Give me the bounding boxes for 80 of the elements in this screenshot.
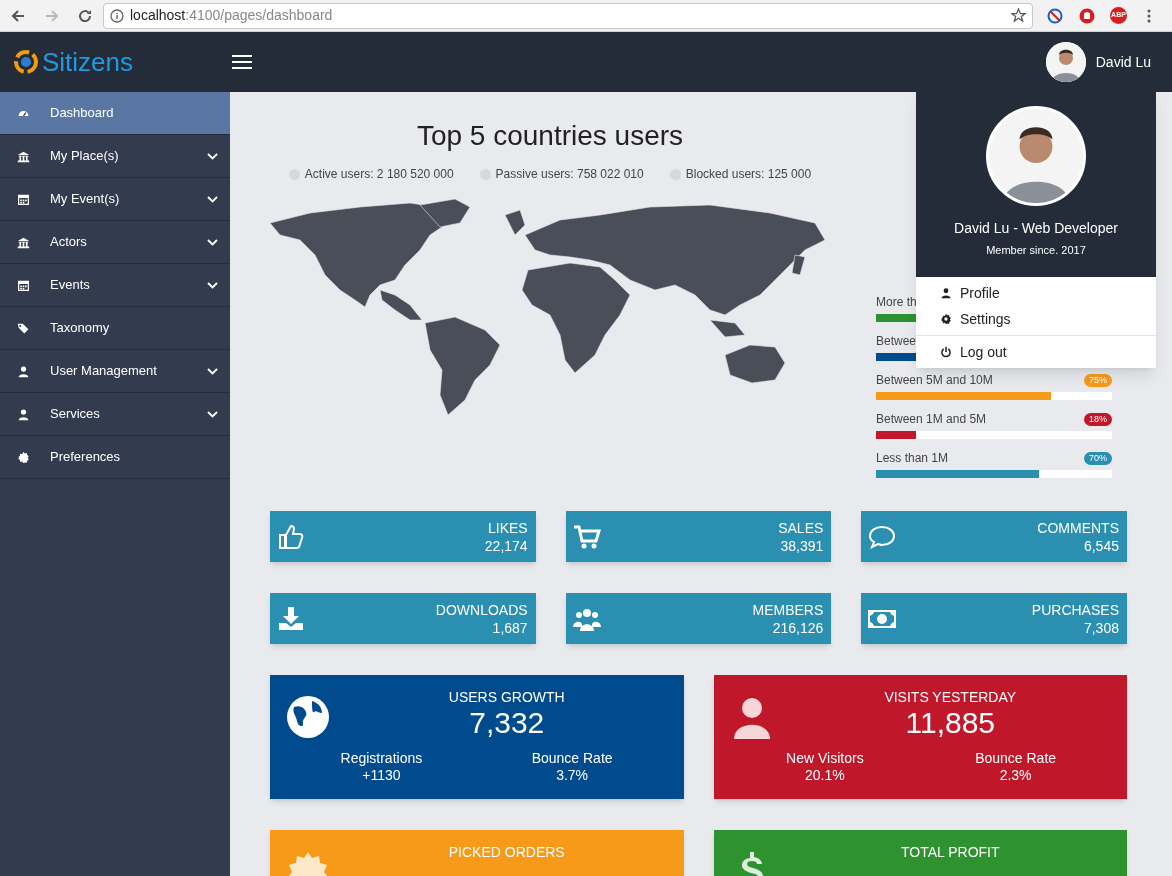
bank-icon: [17, 235, 30, 249]
stat-label: Bounce Rate: [531, 750, 613, 767]
percent-badge: 18%: [1084, 412, 1112, 426]
back-icon[interactable]: [10, 7, 26, 24]
range-label: Betwee: [876, 333, 917, 350]
download-icon: [277, 604, 305, 633]
logo-icon: [12, 49, 40, 75]
stat-value: 3.7%: [556, 767, 589, 784]
user-icon: [17, 364, 30, 378]
profile-name: David Lu - Web Developer: [954, 219, 1118, 238]
tile-value: 216,126: [772, 618, 824, 637]
calendar-icon: [17, 278, 30, 292]
user-icon: [940, 287, 952, 299]
card-title: PICKED ORDERS: [448, 843, 565, 861]
sidebar-item[interactable]: Actors: [0, 221, 230, 264]
percent-badge: 75%: [1084, 373, 1112, 387]
info-icon: [110, 8, 124, 23]
legend-label: Passive users: 758 022 010: [495, 166, 644, 183]
panel-title: Top 5 countries users: [416, 119, 684, 153]
menu-icon[interactable]: [1147, 8, 1151, 23]
menu-item[interactable]: Log out: [916, 339, 1156, 365]
tile-label: MEMBERS: [752, 600, 824, 619]
stat-label: Registrations: [340, 750, 423, 767]
calendar-icon: [17, 192, 30, 206]
menu-item[interactable]: Profile: [916, 280, 1156, 306]
member-since: Member since. 2017: [986, 243, 1086, 258]
block-icon[interactable]: [1047, 7, 1063, 24]
stat-label: Bounce Rate: [975, 750, 1057, 767]
settings-icon: [17, 450, 30, 464]
power-icon: [940, 346, 952, 358]
tile-value: 6,545: [1083, 536, 1119, 555]
stat-label: New Visitors: [786, 750, 864, 767]
range-label: Less than 1M: [876, 450, 949, 467]
tile-label: DOWNLOADS: [435, 600, 528, 619]
card-title: VISITS YESTERDAY: [884, 688, 1017, 706]
bank-icon: [17, 149, 30, 163]
sidebar-item[interactable]: Events: [0, 264, 230, 307]
tag-icon: [17, 321, 30, 335]
tile-label: LIKES: [487, 518, 528, 537]
avatar[interactable]: [1045, 42, 1086, 82]
tile-value: 38,391: [780, 536, 824, 555]
tile-value: 7,308: [1083, 618, 1119, 637]
url-text: localhost:4100/pages/dashboard: [130, 6, 333, 25]
sidebar-item[interactable]: Taxonomy: [0, 307, 230, 350]
percent-badge: 70%: [1084, 451, 1112, 465]
sidebar-item[interactable]: My Place(s): [0, 135, 230, 178]
tile-value: 22,174: [484, 536, 528, 555]
menu-icon[interactable]: [232, 55, 252, 69]
settings-icon: [940, 313, 952, 325]
user-icon: [17, 407, 30, 421]
tile-label: SALES: [778, 518, 824, 537]
card-title: TOTAL PROFIT: [901, 843, 1000, 861]
tile-label: PURCHASES: [1031, 600, 1119, 619]
range-label: Between 5M and 10M: [876, 372, 993, 389]
range-label: More th: [876, 294, 917, 311]
address-bar[interactable]: localhost:4100/pages/dashboard: [103, 2, 1033, 29]
stat-value: 20.1%: [805, 767, 845, 784]
hand-icon[interactable]: [1079, 7, 1095, 24]
stat-value: +1130: [362, 767, 401, 784]
card-title: USERS GROWTH: [448, 688, 565, 706]
user-name[interactable]: David Lu: [1095, 51, 1151, 73]
stat-value: 2.3%: [999, 767, 1032, 784]
globe-icon: [286, 695, 330, 739]
sidebar-item[interactable]: Services: [0, 393, 230, 436]
sidebar-item[interactable]: Preferences: [0, 436, 230, 479]
brand-name[interactable]: Sitizens: [42, 49, 134, 75]
menu-item[interactable]: Settings: [916, 306, 1156, 332]
card-value: 7,332: [469, 706, 545, 740]
sidebar-item[interactable]: My Event(s): [0, 178, 230, 221]
sidebar-item[interactable]: Dashboard: [0, 92, 230, 135]
star-icon[interactable]: [1011, 8, 1026, 23]
tile-label: COMMENTS: [1037, 518, 1119, 537]
range-label: Between 1M and 5M: [876, 411, 987, 428]
sidebar-item[interactable]: User Management: [0, 350, 230, 393]
tile-value: 1,687: [492, 618, 528, 637]
thumbs-up-icon: [277, 522, 305, 551]
legend-label: Blocked users: 125 000: [685, 166, 812, 183]
reload-icon[interactable]: [77, 7, 93, 24]
legend-label: Active users: 2 180 520 000: [304, 166, 454, 183]
card-value: 11,885: [905, 706, 995, 740]
